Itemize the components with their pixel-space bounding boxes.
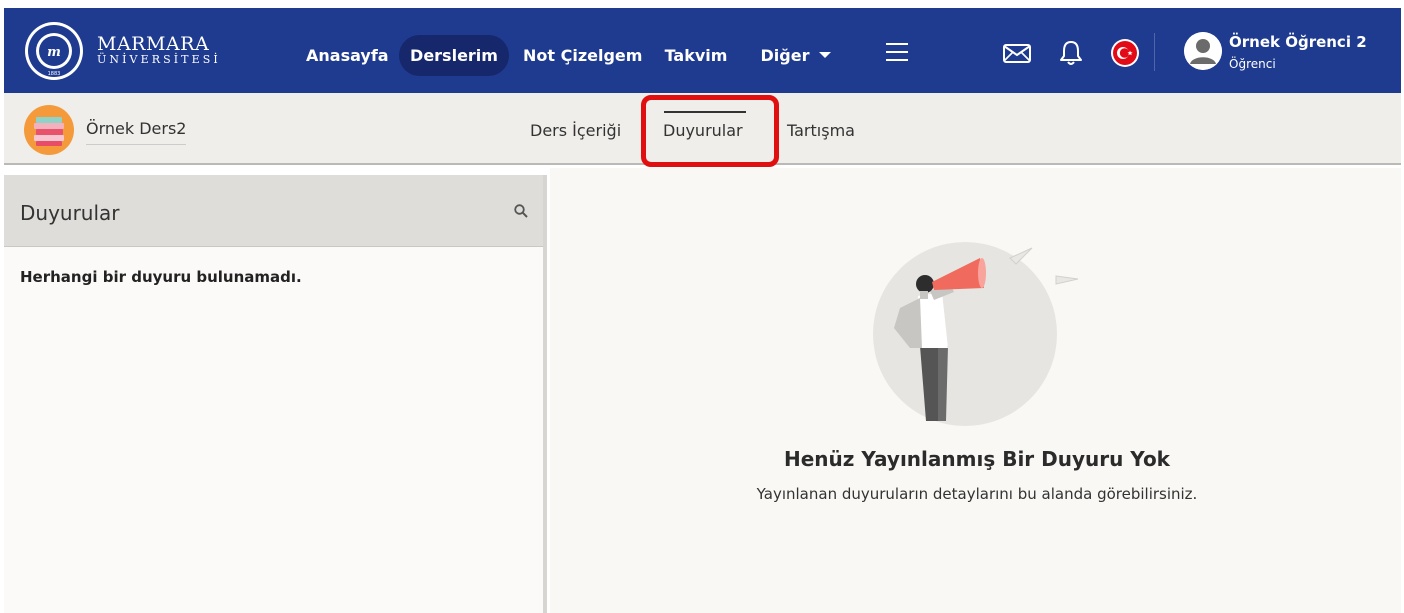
- empty-state-title: Henüz Yayınlanmış Bir Duyuru Yok: [784, 447, 1170, 471]
- mail-icon[interactable]: [1000, 36, 1034, 70]
- hamburger-menu-icon[interactable]: [886, 43, 908, 61]
- course-header: Örnek Ders2 Ders İçeriği Duyurular Tartı…: [4, 93, 1401, 167]
- course-books-icon: [24, 105, 74, 155]
- tab-ders-icerigi[interactable]: Ders İçeriği: [530, 121, 621, 140]
- nav-item-anasayfa[interactable]: Anasayfa: [306, 35, 389, 76]
- nav-item-diger[interactable]: Diğer: [756, 35, 836, 76]
- svg-text:m: m: [47, 45, 61, 60]
- no-announcements-text: Herhangi bir duyuru bulunamadı.: [20, 268, 302, 286]
- bell-icon[interactable]: [1054, 36, 1088, 70]
- top-border: [0, 0, 1404, 8]
- university-name-line1: MARMARA: [97, 33, 210, 55]
- nav-item-derslerim[interactable]: Derslerim: [399, 35, 509, 76]
- search-icon[interactable]: [513, 203, 529, 219]
- announcements-list-header: Duyurular: [4, 175, 543, 247]
- empty-state-subtitle: Yayınlanan duyuruların detaylarını bu al…: [756, 485, 1198, 503]
- university-logo[interactable]: m 1883: [24, 21, 84, 81]
- svg-text:1883: 1883: [48, 71, 61, 77]
- nav-item-takvim[interactable]: Takvim: [664, 35, 728, 76]
- chevron-down-icon: [819, 51, 832, 58]
- tab-tartisma[interactable]: Tartışma: [787, 121, 855, 140]
- university-name-line2: ÜNİVERSİTESİ: [97, 53, 221, 66]
- user-avatar[interactable]: [1184, 32, 1222, 70]
- header-divider: [1154, 33, 1155, 71]
- announcement-detail-panel: Henüz Yayınlanmış Bir Duyuru Yok Yayınla…: [550, 168, 1401, 613]
- user-role: Öğrenci: [1229, 57, 1276, 71]
- megaphone-person-illustration: [870, 236, 1110, 436]
- nav-item-diger-label: Diğer: [760, 46, 810, 65]
- language-flag-icon[interactable]: [1108, 36, 1142, 70]
- announcements-list-panel: Duyurular Herhangi bir duyuru bulunamadı…: [4, 175, 547, 613]
- university-name: MARMARA ÜNİVERSİTESİ: [97, 34, 221, 66]
- nav-item-not-cizelgem[interactable]: Not Çizelgem: [523, 35, 642, 76]
- user-name[interactable]: Örnek Öğrenci 2: [1229, 33, 1367, 51]
- course-title: Örnek Ders2: [86, 119, 187, 145]
- highlight-annotation: [641, 95, 779, 167]
- top-navbar: m 1883 MARMARA ÜNİVERSİTESİ Anasayfa Der…: [4, 8, 1401, 93]
- announcements-list-title: Duyurular: [20, 201, 120, 225]
